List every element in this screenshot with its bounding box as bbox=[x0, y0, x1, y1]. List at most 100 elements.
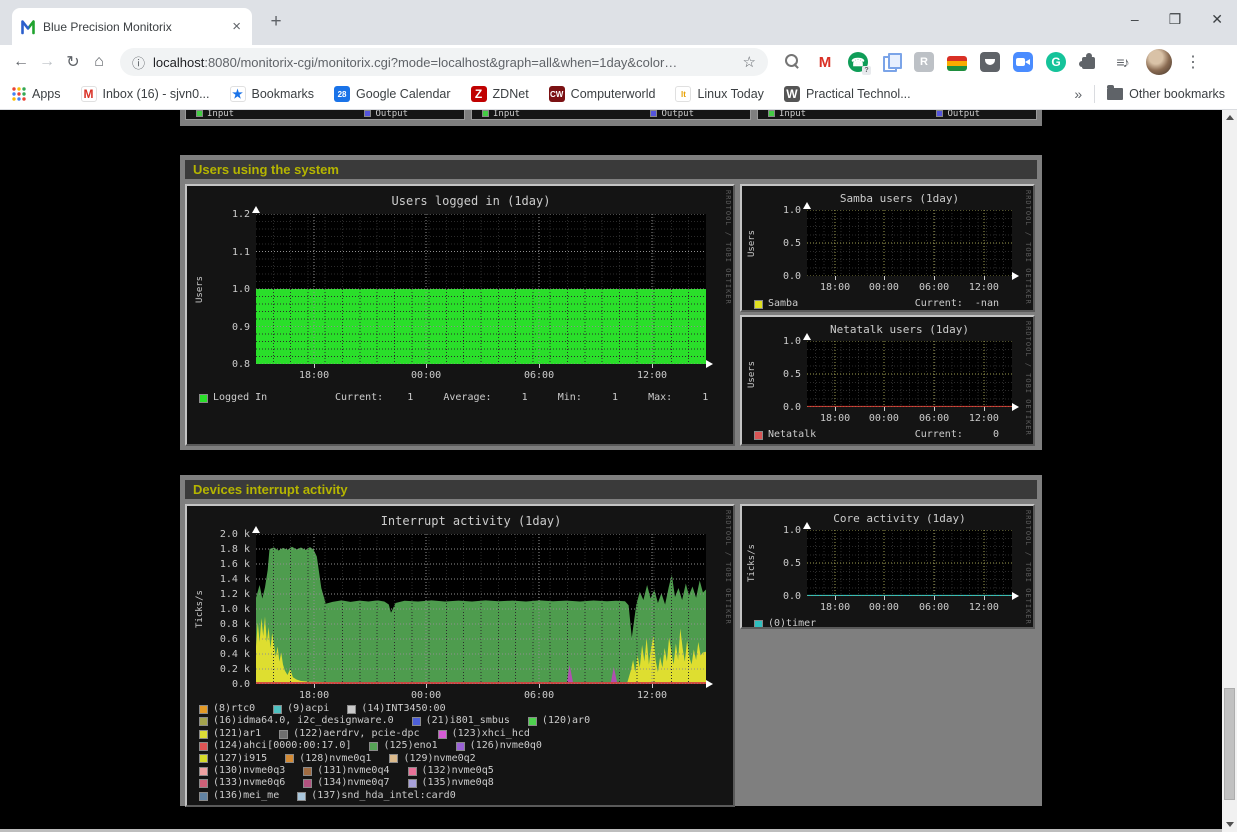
x-tick-mark bbox=[934, 276, 935, 280]
stub-legend-input: Input bbox=[196, 110, 234, 119]
legend-label: (131)nvme0q4 bbox=[317, 765, 389, 777]
graph-title: Netatalk users (1day) bbox=[777, 323, 1022, 336]
x-tick-label: 00:00 bbox=[864, 413, 904, 424]
legend-swatch bbox=[199, 767, 208, 776]
gmail-icon[interactable]: M bbox=[815, 52, 835, 72]
legend-label: (132)nvme0q5 bbox=[422, 765, 494, 777]
new-tab-button[interactable]: + bbox=[264, 11, 288, 33]
other-bookmarks-label: Other bookmarks bbox=[1129, 87, 1225, 101]
legend-swatch bbox=[199, 779, 208, 788]
stub-graph-panel[interactable]: InputOutput bbox=[471, 110, 751, 120]
graph-interrupt-activity[interactable]: Interrupt activity (1day)Ticks/s2.0 k1.8… bbox=[185, 504, 735, 807]
stub-legend-output: Output bbox=[364, 110, 408, 119]
x-axis-arrow bbox=[706, 680, 713, 688]
browser-menu-icon[interactable]: ⋮ bbox=[1184, 52, 1202, 72]
tab-close-icon[interactable]: × bbox=[229, 19, 244, 34]
search-icon[interactable] bbox=[782, 52, 802, 72]
legend-item: (132)nvme0q5 bbox=[408, 765, 494, 777]
url-text[interactable]: localhost:8080/monitorix-cgi/monitorix.c… bbox=[153, 55, 735, 70]
x-tick-mark bbox=[835, 596, 836, 600]
folder-icon bbox=[1107, 88, 1123, 100]
graph-title: Core activity (1day) bbox=[777, 512, 1022, 525]
graph-legend: Logged InCurrent: 1 Average: 1 Min: 1 Ma… bbox=[199, 392, 723, 404]
legend-row: Logged InCurrent: 1 Average: 1 Min: 1 Ma… bbox=[199, 392, 723, 404]
legend-label: (133)nvme0q6 bbox=[213, 777, 285, 789]
zdnet-icon: Z bbox=[471, 86, 487, 102]
scrollbar-down-arrow[interactable] bbox=[1222, 817, 1237, 832]
grammarly-icon[interactable]: G bbox=[1046, 52, 1066, 72]
books-icon[interactable] bbox=[947, 56, 967, 71]
linux-today-icon: lt bbox=[675, 86, 691, 102]
section-network-stub: InputOutputInputOutputInputOutput bbox=[180, 110, 1042, 126]
graph-netatalk-users[interactable]: Netatalk users (1day)Users1.00.50.018:00… bbox=[740, 315, 1035, 446]
voice-icon[interactable]: ☎ bbox=[848, 52, 868, 72]
extensions-puzzle-icon[interactable] bbox=[1079, 52, 1099, 72]
stub-graph-panel[interactable]: InputOutput bbox=[757, 110, 1037, 120]
bookmark-bookmarks[interactable]: ★Bookmarks bbox=[230, 86, 315, 102]
bookmark-star-icon[interactable]: ☆ bbox=[743, 53, 756, 71]
x-tick-label: 00:00 bbox=[406, 690, 446, 701]
maximize-button[interactable]: ❒ bbox=[1169, 11, 1182, 28]
y-axis-arrow bbox=[803, 202, 811, 209]
profile-avatar[interactable] bbox=[1146, 49, 1172, 75]
bookmark-computerworld[interactable]: CWComputerworld bbox=[549, 86, 656, 102]
x-tick-label: 18:00 bbox=[815, 602, 855, 613]
browser-tab[interactable]: Blue Precision Monitorix × bbox=[12, 8, 252, 45]
x-tick-mark bbox=[984, 596, 985, 600]
address-bar[interactable]: ⓘ localhost:8080/monitorix-cgi/monitorix… bbox=[120, 48, 768, 76]
computerworld-icon: CW bbox=[549, 86, 565, 102]
legend-row: (127)i915(128)nvme0q1(129)nvme0q2 bbox=[199, 753, 723, 765]
pocket-icon[interactable] bbox=[980, 52, 1000, 72]
other-bookmarks-button[interactable]: Other bookmarks bbox=[1107, 87, 1225, 101]
close-button[interactable]: ✕ bbox=[1211, 11, 1223, 28]
x-tick-label: 00:00 bbox=[406, 370, 446, 381]
page-scrollbar[interactable] bbox=[1222, 110, 1237, 832]
copy-pages-icon[interactable] bbox=[881, 52, 901, 72]
y-tick-label: 1.2 k bbox=[208, 589, 250, 600]
legend-swatch bbox=[364, 110, 371, 117]
x-tick-mark bbox=[314, 684, 315, 688]
bookmark-practical-technology[interactable]: WPractical Technol... bbox=[784, 86, 911, 102]
bookmark-google-calendar[interactable]: 28Google Calendar bbox=[334, 86, 451, 102]
legend-swatch bbox=[389, 754, 398, 763]
y-tick-label: 1.0 bbox=[759, 336, 801, 347]
legend-swatch bbox=[273, 705, 282, 714]
legend-item: (136)mei_me bbox=[199, 790, 279, 802]
x-tick-label: 12:00 bbox=[964, 602, 1004, 613]
graph-core-activity[interactable]: Core activity (1day)Ticks/s1.00.50.018:0… bbox=[740, 504, 1035, 629]
y-tick-label: 0.4 k bbox=[208, 649, 250, 660]
graph-users-logged-in[interactable]: Users logged in (1day)Users1.21.11.00.90… bbox=[185, 184, 735, 446]
y-tick-label: 0.8 k bbox=[208, 619, 250, 630]
reader-extension-icon[interactable]: R bbox=[914, 52, 934, 72]
legend-item: (122)aerdrv, pcie-dpc bbox=[279, 728, 419, 740]
legend-item: (133)nvme0q6 bbox=[199, 777, 285, 789]
legend-label: Logged In bbox=[213, 392, 267, 404]
x-tick-mark bbox=[984, 276, 985, 280]
graph-samba-users[interactable]: Samba users (1day)Users1.00.50.018:0000:… bbox=[740, 184, 1035, 312]
legend-swatch bbox=[279, 730, 288, 739]
legend-swatch bbox=[196, 110, 203, 117]
legend-label: (121)ar1 bbox=[213, 728, 261, 740]
legend-label: (0)timer bbox=[768, 618, 816, 629]
bookmark-inbox[interactable]: MInbox (16) - sjvn0... bbox=[81, 86, 210, 102]
back-button[interactable]: ← bbox=[8, 53, 34, 71]
page-info-icon[interactable]: ⓘ bbox=[132, 53, 145, 72]
x-tick-label: 06:00 bbox=[519, 690, 559, 701]
x-axis-arrow bbox=[1012, 272, 1019, 280]
minimize-button[interactable]: – bbox=[1131, 11, 1139, 28]
bookmark-linux-today[interactable]: ltLinux Today bbox=[675, 86, 764, 102]
playlist-icon[interactable]: ≡♪ bbox=[1112, 52, 1132, 72]
scrollbar-up-arrow[interactable] bbox=[1222, 110, 1237, 125]
x-tick-mark bbox=[835, 276, 836, 280]
scrollbar-thumb[interactable] bbox=[1224, 688, 1235, 800]
legend-swatch bbox=[650, 110, 657, 117]
bookmarks-overflow-icon[interactable]: » bbox=[1074, 86, 1082, 102]
bookmark-apps[interactable]: Apps bbox=[12, 87, 61, 101]
stub-graph-panel[interactable]: Input Output bbox=[185, 110, 465, 120]
bookmark-zdnet[interactable]: ZZDNet bbox=[471, 86, 529, 102]
home-button[interactable]: ⌂ bbox=[86, 53, 112, 71]
legend-label: Output bbox=[661, 110, 694, 119]
legend-swatch bbox=[199, 705, 208, 714]
zoom-icon[interactable] bbox=[1013, 52, 1033, 72]
reload-button[interactable]: ↻ bbox=[60, 52, 86, 72]
